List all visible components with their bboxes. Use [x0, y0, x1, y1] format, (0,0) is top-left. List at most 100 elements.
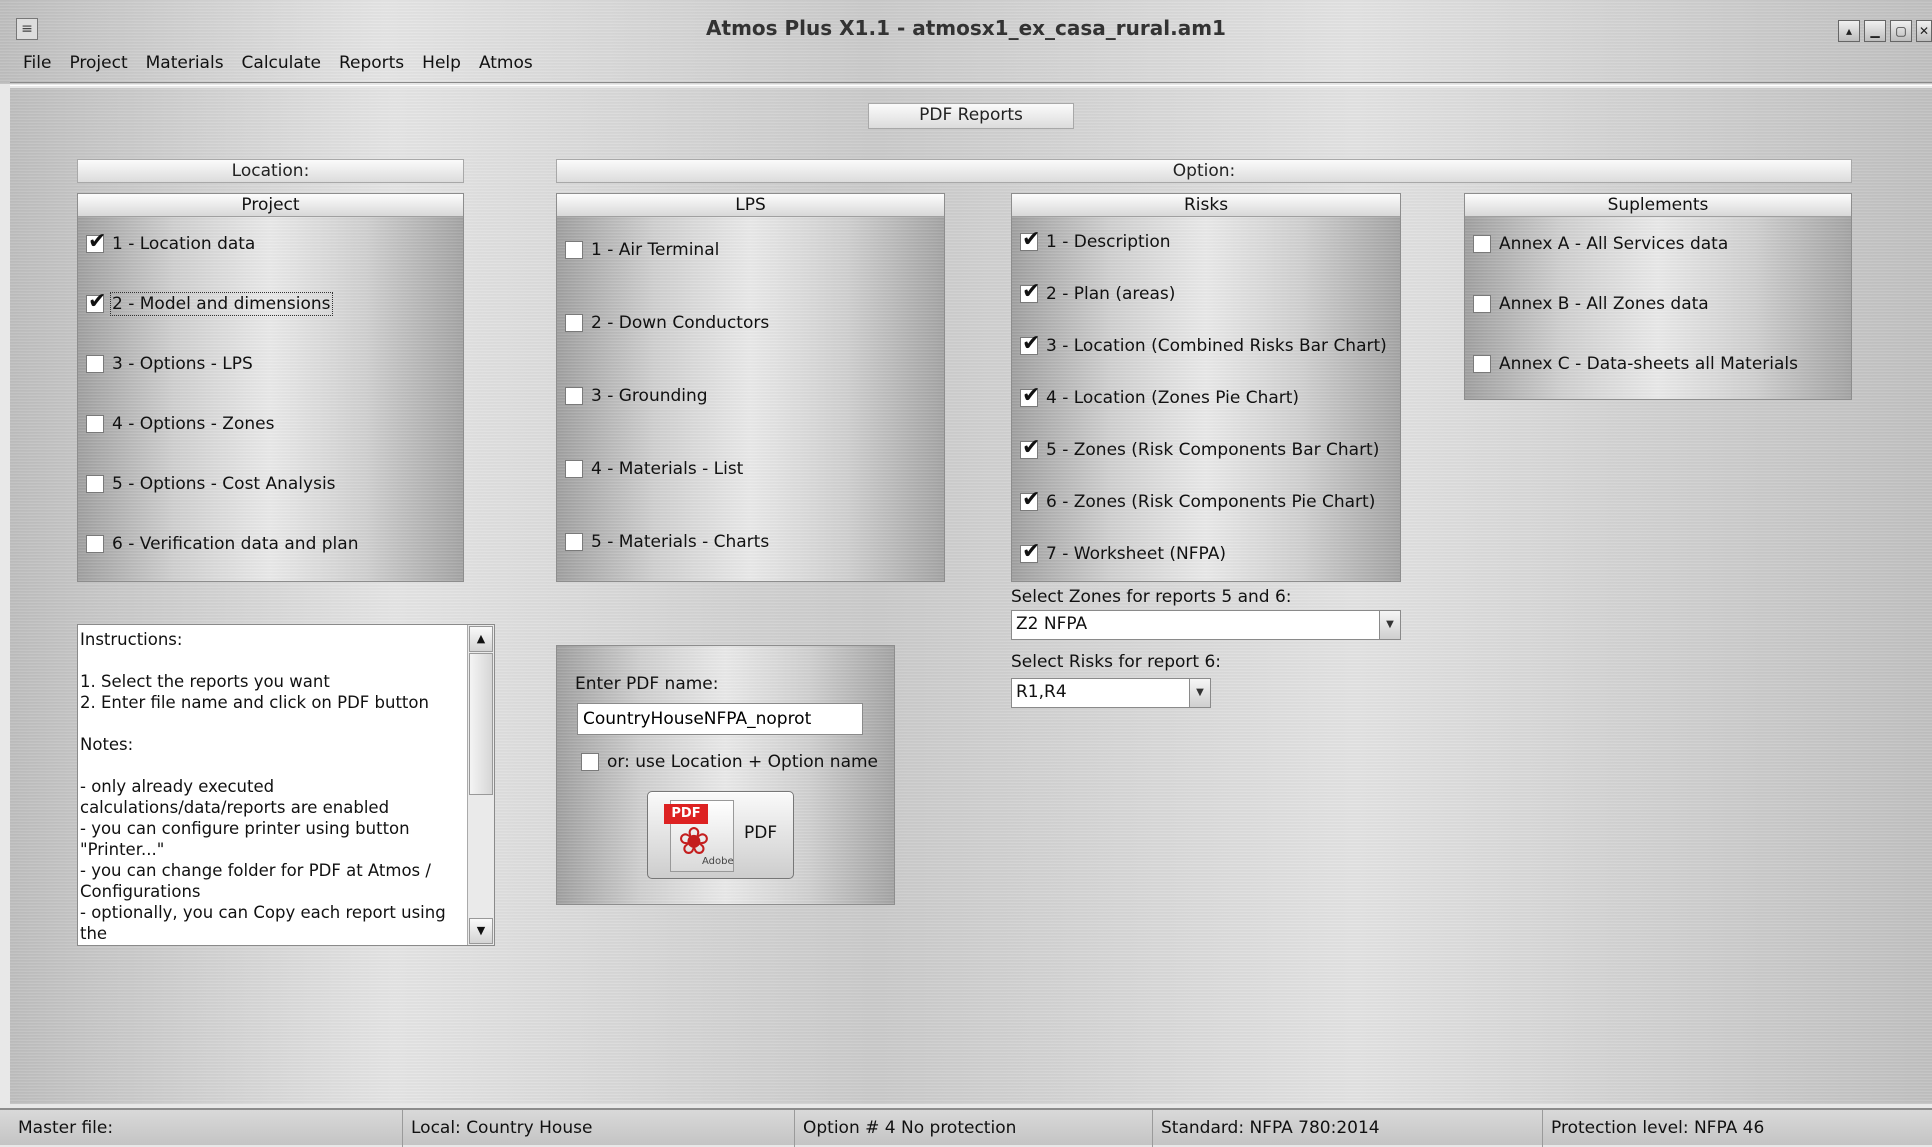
lps-panel: LPS 1 - Air Terminal 2 - Down Conductors…	[556, 193, 945, 582]
project-panel-title: Project	[78, 194, 463, 217]
supplement-item-annex-c[interactable]: Annex C - Data-sheets all Materials	[1473, 354, 1798, 374]
risks-item-zones-pie-chart[interactable]: 4 - Location (Zones Pie Chart)	[1020, 383, 1299, 408]
zones-select[interactable]: Z2 NFPA ▼	[1011, 610, 1401, 640]
checkbox-label: 6 - Verification data and plan	[112, 534, 359, 554]
lps-item-materials-list[interactable]: 4 - Materials - List	[565, 459, 743, 479]
risks-item-description[interactable]: 1 - Description	[1020, 227, 1171, 252]
checkbox-label: 7 - Worksheet (NFPA)	[1046, 544, 1226, 564]
adobe-pdf-icon: PDF ❀ Adobe	[664, 800, 738, 872]
checkbox[interactable]	[86, 289, 106, 314]
close-icon[interactable]: ✕	[1916, 20, 1932, 42]
lps-item-air-terminal[interactable]: 1 - Air Terminal	[565, 240, 719, 260]
checkbox-label: Annex A - All Services data	[1499, 234, 1729, 254]
checkbox-label: 2 - Model and dimensions	[110, 292, 333, 316]
supplements-panel-title: Suplements	[1465, 194, 1851, 217]
checkbox-label: Annex B - All Zones data	[1499, 294, 1709, 314]
checkbox[interactable]	[565, 460, 583, 478]
scroll-thumb[interactable]	[469, 653, 493, 795]
checkbox-label: 6 - Zones (Risk Components Pie Chart)	[1046, 492, 1376, 512]
menu-file[interactable]: File	[14, 50, 60, 76]
risks-item-components-pie-chart[interactable]: 6 - Zones (Risk Components Pie Chart)	[1020, 487, 1376, 512]
project-item-options-zones[interactable]: 4 - Options - Zones	[86, 414, 274, 434]
risks-select-value: R1,R4	[1016, 682, 1067, 702]
project-item-model-dimensions[interactable]: 2 - Model and dimensions	[86, 289, 333, 316]
use-location-option-name[interactable]: or: use Location + Option name	[581, 752, 878, 772]
menu-reports[interactable]: Reports	[330, 50, 413, 76]
checkbox[interactable]	[565, 314, 583, 332]
risks-select[interactable]: R1,R4 ▼	[1011, 678, 1211, 708]
supplement-item-annex-b[interactable]: Annex B - All Zones data	[1473, 294, 1709, 314]
risks-select-label: Select Risks for report 6:	[1011, 652, 1221, 672]
lps-item-grounding[interactable]: 3 - Grounding	[565, 386, 708, 406]
lps-item-materials-charts[interactable]: 5 - Materials - Charts	[565, 532, 769, 552]
status-local: Local: Country House	[402, 1110, 803, 1147]
risks-item-combined-bar-chart[interactable]: 3 - Location (Combined Risks Bar Chart)	[1020, 331, 1387, 356]
instructions-line: Instructions:	[80, 630, 183, 649]
zones-select-label: Select Zones for reports 5 and 6:	[1011, 587, 1292, 607]
project-item-cost-analysis[interactable]: 5 - Options - Cost Analysis	[86, 474, 336, 494]
status-master-file: Master file:	[18, 1118, 114, 1138]
minimize-icon[interactable]: ▁	[1864, 20, 1886, 42]
pdf-name-input[interactable]	[577, 703, 863, 735]
checkbox[interactable]	[1020, 227, 1040, 252]
checkbox[interactable]	[581, 753, 599, 771]
instructions-line: - you can change folder for PDF at Atmos…	[80, 861, 431, 901]
instructions-line: 2. Enter file name and click on PDF butt…	[80, 693, 429, 712]
checkbox[interactable]	[1473, 295, 1491, 313]
menu-project[interactable]: Project	[60, 50, 136, 76]
checkbox[interactable]	[565, 387, 583, 405]
checkbox[interactable]	[1020, 539, 1040, 564]
instructions-box[interactable]: Instructions: 1. Select the reports you …	[77, 624, 495, 946]
menu-atmos[interactable]: Atmos	[470, 50, 542, 76]
menu-calculate[interactable]: Calculate	[233, 50, 330, 76]
checkbox[interactable]	[86, 355, 104, 373]
supplement-item-annex-a[interactable]: Annex A - All Services data	[1473, 234, 1728, 254]
scroll-down-icon[interactable]: ▼	[469, 918, 493, 944]
checkbox-label: or: use Location + Option name	[607, 752, 879, 772]
instructions-text: Instructions: 1. Select the reports you …	[80, 629, 470, 944]
risks-item-plan-areas[interactable]: 2 - Plan (areas)	[1020, 279, 1175, 304]
checkbox[interactable]	[1473, 355, 1491, 373]
risks-panel-title: Risks	[1012, 194, 1400, 217]
checkbox[interactable]	[86, 229, 106, 254]
checkbox-label: 5 - Options - Cost Analysis	[112, 474, 336, 494]
instructions-line: - optionally, you can Copy each report u…	[80, 903, 446, 943]
lps-item-down-conductors[interactable]: 2 - Down Conductors	[565, 313, 769, 333]
checkbox[interactable]	[565, 533, 583, 551]
checkbox[interactable]	[86, 535, 104, 553]
zones-select-value: Z2 NFPA	[1016, 614, 1088, 634]
chevron-down-icon[interactable]: ▼	[1189, 679, 1210, 707]
checkbox-label: 1 - Description	[1046, 232, 1171, 252]
scrollbar[interactable]: ▲ ▼	[467, 625, 494, 945]
project-item-location-data[interactable]: 1 - Location data	[86, 229, 255, 254]
instructions-line: - only already executed calculations/dat…	[80, 777, 390, 817]
checkbox-label: 5 - Zones (Risk Components Bar Chart)	[1046, 440, 1380, 460]
maximize-icon[interactable]: ▢	[1890, 20, 1912, 42]
checkbox[interactable]	[1020, 487, 1040, 512]
checkbox[interactable]	[1020, 279, 1040, 304]
pdf-button[interactable]: PDF ❀ Adobe PDF	[647, 791, 794, 879]
status-bar: Master file: Local: Country House Option…	[0, 1108, 1932, 1147]
pdf-button-label: PDF	[744, 823, 778, 843]
risks-item-worksheet-nfpa[interactable]: 7 - Worksheet (NFPA)	[1020, 539, 1226, 564]
checkbox-label: 3 - Grounding	[591, 386, 708, 406]
checkbox[interactable]	[86, 475, 104, 493]
lps-panel-title: LPS	[557, 194, 944, 217]
checkbox[interactable]	[565, 241, 583, 259]
menu-materials[interactable]: Materials	[137, 50, 233, 76]
checkbox[interactable]	[1020, 383, 1040, 408]
checkbox[interactable]	[86, 415, 104, 433]
checkbox[interactable]	[1020, 435, 1040, 460]
scroll-up-icon[interactable]: ▲	[469, 626, 493, 652]
checkbox[interactable]	[1020, 331, 1040, 356]
risks-item-components-bar-chart[interactable]: 5 - Zones (Risk Components Bar Chart)	[1020, 435, 1380, 460]
chevron-down-icon[interactable]: ▼	[1379, 611, 1400, 639]
status-option: Option # 4 No protection	[794, 1110, 1161, 1147]
project-item-options-lps[interactable]: 3 - Options - LPS	[86, 354, 253, 374]
checkbox-label: Annex C - Data-sheets all Materials	[1499, 354, 1799, 374]
option-label: Option:	[556, 159, 1852, 183]
project-item-verification[interactable]: 6 - Verification data and plan	[86, 534, 358, 554]
restore-up-icon[interactable]: ▴	[1838, 20, 1860, 42]
checkbox[interactable]	[1473, 235, 1491, 253]
menu-help[interactable]: Help	[413, 50, 470, 76]
